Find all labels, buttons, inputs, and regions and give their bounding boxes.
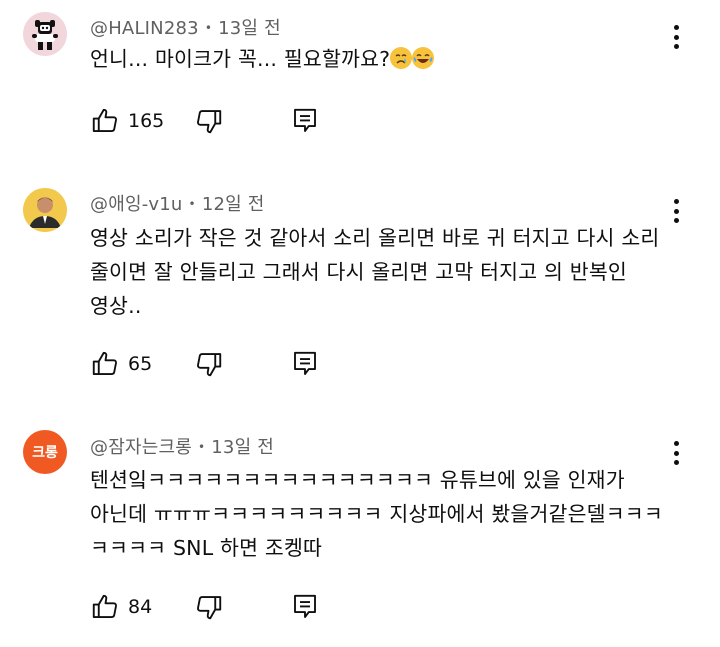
- timestamp[interactable]: 12일 전: [202, 194, 265, 215]
- comment-actions: 84: [90, 591, 350, 623]
- author-name[interactable]: @잠자는크롱: [90, 437, 192, 458]
- comment-line: 영상..: [90, 294, 142, 318]
- dislike-button[interactable]: [194, 105, 224, 137]
- reply-comment-icon: [294, 594, 316, 618]
- avatar-person-icon: [23, 188, 67, 232]
- reply-comment-icon: [294, 351, 316, 375]
- dislike-button[interactable]: [194, 348, 224, 380]
- like-count: 165: [128, 110, 165, 132]
- reply-button[interactable]: [290, 348, 320, 380]
- thumb-up-icon: [92, 351, 117, 375]
- tears-of-joy-face-icon: [412, 47, 435, 69]
- reply-comment-icon: [294, 108, 316, 132]
- author-name[interactable]: @HALIN283: [90, 18, 199, 39]
- separator-dot: •: [188, 197, 196, 211]
- comment-text: 텐션잌ㅋㅋㅋㅋㅋㅋㅋㅋㅋㅋㅋㅋㅋㅋㅋ 유튜브에 있을 인재가 아닌데 ㅠㅠㅠㅋㅋ…: [90, 463, 680, 565]
- comment-line: ㅋㅋㅋㅋ SNL 하면 조켕따: [90, 536, 323, 560]
- dislike-button[interactable]: [194, 591, 224, 623]
- comment-header: @애잉-v1u • 12일 전: [90, 190, 265, 216]
- thumb-down-icon: [197, 596, 222, 620]
- comment-actions: 165: [90, 105, 350, 137]
- like-count: 65: [128, 353, 153, 375]
- reply-button[interactable]: [290, 591, 320, 623]
- like-button[interactable]: 65: [90, 348, 152, 380]
- like-button[interactable]: 165: [90, 105, 164, 137]
- thumb-up-icon: [92, 594, 117, 618]
- comment-header: @잠자는크롱 • 13일 전: [90, 433, 274, 459]
- comment-line: 언니... 마이크가 꼭... 필요할까요?: [90, 42, 680, 76]
- comment-line: 텐션잌ㅋㅋㅋㅋㅋㅋㅋㅋㅋㅋㅋㅋㅋㅋㅋ 유튜브에 있을 인재가: [90, 468, 625, 492]
- avatar-figure-icon: [23, 12, 67, 56]
- comment-line: 줄이면 잘 안들리고 그래서 다시 올리면 고막 터지고 의 반복인: [90, 260, 627, 284]
- avatar[interactable]: [23, 12, 67, 56]
- comment-line: 영상 소리가 작은 것 같아서 소리 올리면 바로 귀 터지고 다시 소리: [90, 226, 660, 250]
- crying-face-icon: [390, 47, 413, 69]
- comment-text: 영상 소리가 작은 것 같아서 소리 올리면 바로 귀 터지고 다시 소리 줄이…: [90, 221, 680, 323]
- thumb-down-icon: [197, 110, 222, 134]
- thumb-down-icon: [197, 353, 222, 377]
- comment-text: 언니... 마이크가 꼭... 필요할까요?: [90, 42, 680, 76]
- timestamp[interactable]: 13일 전: [211, 437, 274, 458]
- comment-header: @HALIN283 • 13일 전: [90, 14, 281, 40]
- timestamp[interactable]: 13일 전: [218, 18, 281, 39]
- thumb-up-icon: [92, 108, 117, 132]
- like-button[interactable]: 84: [90, 591, 152, 623]
- separator-dot: •: [198, 440, 206, 454]
- avatar-text: 크롱: [32, 445, 58, 461]
- comment-actions: 65: [90, 348, 350, 380]
- reply-button[interactable]: [290, 105, 320, 137]
- like-count: 84: [128, 596, 153, 618]
- author-name[interactable]: @애잉-v1u: [90, 194, 183, 215]
- separator-dot: •: [204, 21, 213, 35]
- comment-line: 아닌데 ㅠㅠㅠㅋㅋㅋㅋㅋㅋㅋㅋㅋ 지상파에서 봤을거같은델ㅋㅋㅋ: [90, 502, 663, 526]
- avatar[interactable]: 크롱: [23, 430, 67, 474]
- avatar[interactable]: [23, 188, 67, 232]
